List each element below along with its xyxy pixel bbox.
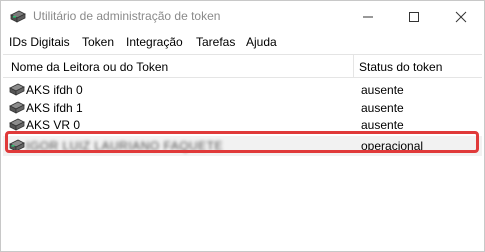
close-icon [455, 11, 467, 22]
list-item[interactable]: AKS ifdh 0 ausente [3, 81, 482, 99]
close-button[interactable] [438, 1, 484, 32]
maximize-button[interactable] [391, 1, 437, 32]
token-card-icon [9, 9, 27, 25]
minimize-icon [363, 16, 373, 17]
card-reader-icon [9, 118, 25, 132]
menu-ajuda[interactable]: Ajuda [246, 35, 277, 49]
minimize-button[interactable] [345, 1, 391, 32]
column-header-status[interactable]: Status do token [359, 60, 442, 74]
token-status: ausente [361, 101, 404, 115]
token-name: AKS ifdh 1 [26, 101, 83, 115]
menu-ids-digitais[interactable]: IDs Digitais [9, 35, 70, 49]
token-name: IGOR LUIZ LAURIANO FAQUETE [26, 139, 224, 153]
token-name: AKS VR 0 [26, 118, 81, 132]
menu-tarefas[interactable]: Tarefas [196, 35, 235, 49]
menu-integracao[interactable]: Integração [126, 35, 183, 49]
menu-token[interactable]: Token [82, 35, 114, 49]
token-status: operacional [361, 139, 424, 153]
column-divider[interactable] [353, 55, 354, 77]
token-device-icon [9, 139, 25, 153]
list-item[interactable]: AKS VR 0 ausente [3, 116, 482, 134]
list-header: Nome da Leitora ou do Token Status do to… [3, 55, 482, 78]
list-item[interactable]: AKS ifdh 1 ausente [3, 99, 482, 117]
window-title: Utilitário de administração de token [33, 9, 221, 23]
token-status: ausente [361, 83, 404, 97]
token-name: AKS ifdh 0 [26, 83, 83, 97]
maximize-icon [409, 11, 419, 22]
list-item-selected[interactable]: IGOR LUIZ LAURIANO FAQUETE operacional [3, 136, 482, 156]
title-bar[interactable]: Utilitário de administração de token [1, 1, 484, 32]
token-list[interactable]: Nome da Leitora ou do Token Status do to… [3, 54, 482, 250]
menu-bar: IDs Digitais Token Integração Tarefas Aj… [1, 32, 484, 52]
column-header-name[interactable]: Nome da Leitora ou do Token [11, 60, 168, 74]
card-reader-icon [9, 101, 25, 115]
token-admin-window: Utilitário de administração de token IDs… [0, 0, 485, 252]
card-reader-icon [9, 83, 25, 97]
token-status: ausente [361, 118, 404, 132]
